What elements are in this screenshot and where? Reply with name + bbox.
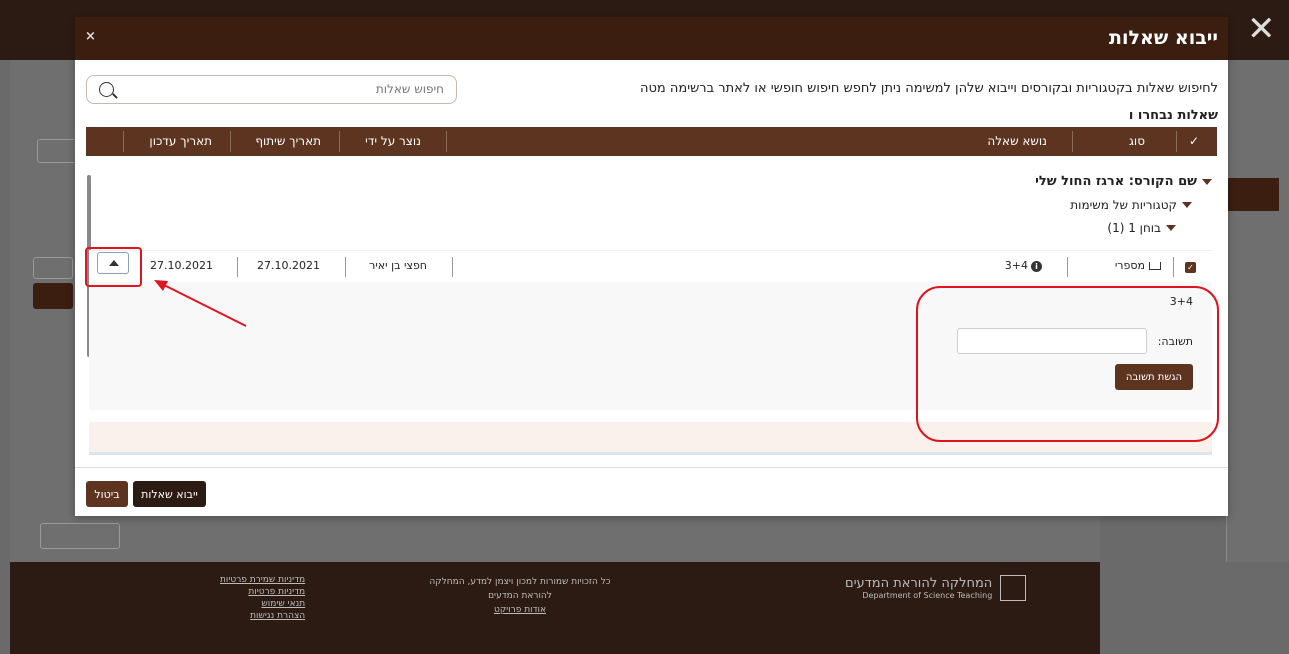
background-button[interactable] <box>33 283 73 309</box>
header-type[interactable]: סוג <box>1129 134 1145 148</box>
category-node[interactable]: קטגוריות של משימות <box>1070 198 1192 212</box>
background-input[interactable] <box>33 257 73 279</box>
expand-triangle-icon[interactable] <box>1182 202 1192 208</box>
course-node[interactable]: שם הקורס: ארגז החול שלי <box>1035 174 1212 189</box>
background-sidebar <box>1226 60 1289 562</box>
row-divider <box>237 257 238 277</box>
quiz-name: בוחן 1 (1) <box>1107 221 1161 235</box>
course-name: שם הקורס: ארגז החול שלי <box>1035 174 1197 189</box>
quiz-node[interactable]: בוחן 1 (1) <box>1107 221 1176 235</box>
row-divider <box>1173 257 1174 277</box>
row-created-by: חפצי בן יאיר <box>369 259 427 272</box>
numeric-type-icon <box>1149 262 1161 270</box>
selected-questions-title: שאלות נבחרו ו <box>1128 108 1218 123</box>
row-topic-label: 3+4 <box>1004 259 1028 272</box>
expand-triangle-icon[interactable] <box>1202 178 1212 185</box>
row-topic: i3+4 <box>1005 259 1042 272</box>
row-updated-date: 27.10.2021 <box>150 259 213 272</box>
footer-logo-english: Department of Science Teaching <box>862 591 993 600</box>
background-button[interactable] <box>40 523 120 549</box>
preview-divider <box>89 452 1212 455</box>
footer-logo-hebrew: המחלקה להוראת המדעים <box>845 576 993 591</box>
background-footer-logo: המחלקה להוראת המדעים Department of Scien… <box>845 575 1075 601</box>
header-divider <box>339 131 340 152</box>
header-divider <box>1072 131 1073 152</box>
intro-text: לחיפוש שאלות בקטגוריות ובקורסים וייבוא ש… <box>639 81 1218 96</box>
row-divider <box>345 257 346 277</box>
row-divider <box>1067 257 1068 277</box>
background-sidebar-active-item[interactable] <box>1226 178 1279 211</box>
header-divider <box>230 131 231 152</box>
table-header: ✓ סוג נושא שאלה נוצר על ידי תאריך שיתוף … <box>86 127 1217 156</box>
footer-link[interactable]: מדיניות שמירת פרטיות <box>220 575 305 585</box>
info-icon[interactable]: i <box>1031 260 1042 272</box>
header-created-by[interactable]: נוצר על ידי <box>365 134 421 148</box>
header-divider <box>123 131 124 152</box>
annotation-highlight-box <box>85 247 142 287</box>
close-icon[interactable]: × <box>85 29 96 44</box>
row-type-label: מספרי <box>1114 259 1145 272</box>
header-divider <box>446 131 447 152</box>
footer-copyright-text: כל הזכויות שמורות למכון ויצמן למדע, המחל… <box>429 577 611 601</box>
header-shared-date[interactable]: תאריך שיתוף <box>255 134 321 148</box>
background-close-icon[interactable]: ✕ <box>1247 12 1276 46</box>
modal-footer: ביטול ייבוא שאלות <box>75 467 1228 516</box>
header-topic[interactable]: נושא שאלה <box>987 134 1047 148</box>
background-button[interactable] <box>37 139 77 163</box>
select-all-checkmark-icon[interactable]: ✓ <box>1189 134 1199 148</box>
row-shared-date: 27.10.2021 <box>257 259 320 272</box>
institute-logo-icon <box>1000 575 1027 601</box>
search-icon[interactable] <box>99 82 114 97</box>
annotation-highlight-oval <box>916 286 1219 442</box>
modal-header: ייבוא שאלות × <box>75 17 1228 60</box>
row-type: מספרי <box>1115 259 1161 272</box>
search-input[interactable] <box>144 82 444 96</box>
import-questions-modal: ייבוא שאלות × לחיפוש שאלות בקטגוריות ובק… <box>75 17 1228 516</box>
footer-link[interactable]: הצהרת נגישות <box>220 611 305 621</box>
background-footer-links: מדיניות שמירת פרטיות מדיניות פרטיות תנאי… <box>220 575 305 621</box>
modal-title: ייבוא שאלות <box>1109 27 1218 49</box>
cancel-button[interactable]: ביטול <box>86 481 128 507</box>
header-divider <box>1176 131 1177 152</box>
background-footer-copyright: כל הזכויות שמורות למכון ויצמן למדע, המחל… <box>420 575 620 617</box>
expand-triangle-icon[interactable] <box>1166 225 1176 231</box>
row-divider <box>452 257 453 277</box>
footer-link[interactable]: תנאי שימוש <box>220 599 305 609</box>
question-row[interactable]: ✓ מספרי i3+4 חפצי בן יאיר 27.10.2021 27.… <box>89 250 1212 282</box>
import-questions-button[interactable]: ייבוא שאלות <box>133 481 206 507</box>
footer-about-link[interactable]: אודות פרויקט <box>420 603 620 617</box>
header-updated-date[interactable]: תאריך עדכון <box>149 134 212 148</box>
search-box[interactable] <box>86 75 457 104</box>
footer-link[interactable]: מדיניות פרטיות <box>220 587 305 597</box>
row-checkbox[interactable]: ✓ <box>1185 262 1196 273</box>
category-name: קטגוריות של משימות <box>1070 198 1177 212</box>
